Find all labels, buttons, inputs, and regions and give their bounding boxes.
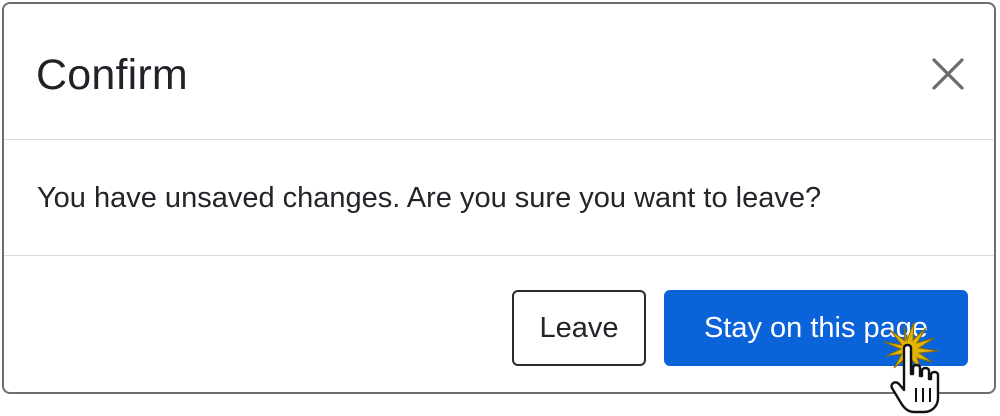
dialog-body: You have unsaved changes. Are you sure y…	[4, 140, 994, 256]
dialog-message: You have unsaved changes. Are you sure y…	[37, 182, 822, 214]
dialog-header: Confirm	[4, 4, 994, 140]
dialog-footer: Leave Stay on this page	[4, 256, 994, 392]
close-icon	[932, 58, 964, 90]
leave-button[interactable]: Leave	[512, 290, 646, 366]
close-button[interactable]	[928, 54, 968, 94]
confirm-dialog: Confirm You have unsaved changes. Are yo…	[2, 2, 996, 394]
dialog-title: Confirm	[36, 51, 188, 99]
stay-on-page-button[interactable]: Stay on this page	[664, 290, 968, 366]
